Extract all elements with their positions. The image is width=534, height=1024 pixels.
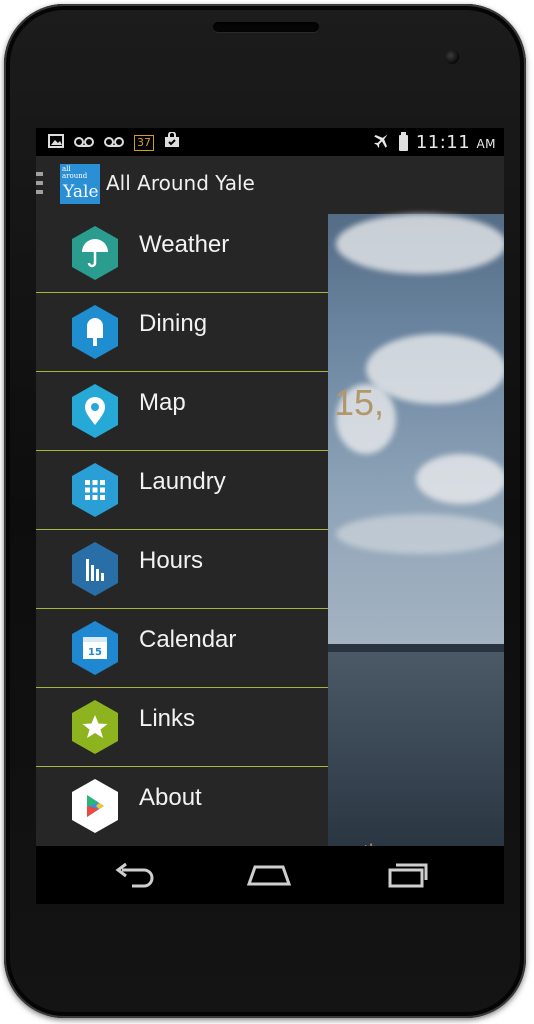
play-store-icon <box>72 779 118 833</box>
screen: 37 11:11 AM all around Yale All Around Y… <box>36 128 504 904</box>
menu-item-label: Map <box>139 389 186 416</box>
grid-icon <box>72 463 118 517</box>
calendar-icon: 15 <box>72 621 118 675</box>
star-icon <box>72 700 118 754</box>
app-logo[interactable]: all around Yale <box>60 164 100 204</box>
home-icon <box>246 865 292 886</box>
navigation-drawer: Weather Dining Map Laundry Hours 15 Cale… <box>36 214 328 846</box>
image-notification-icon <box>48 133 64 153</box>
menu-item-about[interactable]: About <box>36 767 328 846</box>
menu-item-label: Weather <box>139 231 230 258</box>
earpiece-speaker <box>213 22 319 32</box>
popsicle-icon <box>72 305 118 359</box>
recent-apps-icon <box>388 863 428 888</box>
menu-item-links[interactable]: Links <box>36 688 328 767</box>
back-button[interactable] <box>112 862 156 892</box>
background-date-text: 15, <box>334 382 385 423</box>
status-clock: 11:11 AM <box>415 132 496 153</box>
menu-item-dining[interactable]: Dining <box>36 293 328 372</box>
voicemail-icon <box>74 133 94 153</box>
battery-icon <box>398 131 408 151</box>
home-button[interactable] <box>246 862 292 892</box>
umbrella-icon <box>72 226 118 280</box>
menu-item-hours[interactable]: Hours <box>36 530 328 609</box>
action-bar: all around Yale All Around Yale <box>36 156 504 214</box>
menu-item-calendar[interactable]: 15 Calendar <box>36 609 328 688</box>
voicemail-icon <box>104 133 124 153</box>
back-arrow-icon <box>115 862 154 888</box>
app-title: All Around Yale <box>106 171 255 195</box>
menu-item-label: Calendar <box>139 626 237 653</box>
status-bar: 37 11:11 AM <box>36 128 504 156</box>
map-pin-icon <box>72 384 118 438</box>
notification-count-badge: 37 <box>134 134 154 151</box>
menu-item-label: Hours <box>139 547 204 574</box>
menu-item-map[interactable]: Map <box>36 372 328 451</box>
menu-item-laundry[interactable]: Laundry <box>36 451 328 530</box>
recent-apps-button[interactable] <box>384 862 428 892</box>
menu-item-label: About <box>139 784 202 811</box>
menu-item-weather[interactable]: Weather <box>36 214 328 293</box>
bars-icon <box>72 542 118 596</box>
front-camera <box>445 50 459 64</box>
shopping-bag-icon <box>164 131 180 153</box>
airplane-mode-icon <box>373 131 391 154</box>
phone-frame: 37 11:11 AM all around Yale All Around Y… <box>4 4 526 1018</box>
menu-item-label: Links <box>139 705 196 732</box>
system-navigation-bar <box>36 846 504 904</box>
menu-item-label: Laundry <box>139 468 226 495</box>
menu-item-label: Dining <box>139 310 208 337</box>
svg-text:15: 15 <box>88 647 102 658</box>
drawer-indicator-icon[interactable] <box>36 172 44 199</box>
horizon-shore <box>328 644 504 652</box>
